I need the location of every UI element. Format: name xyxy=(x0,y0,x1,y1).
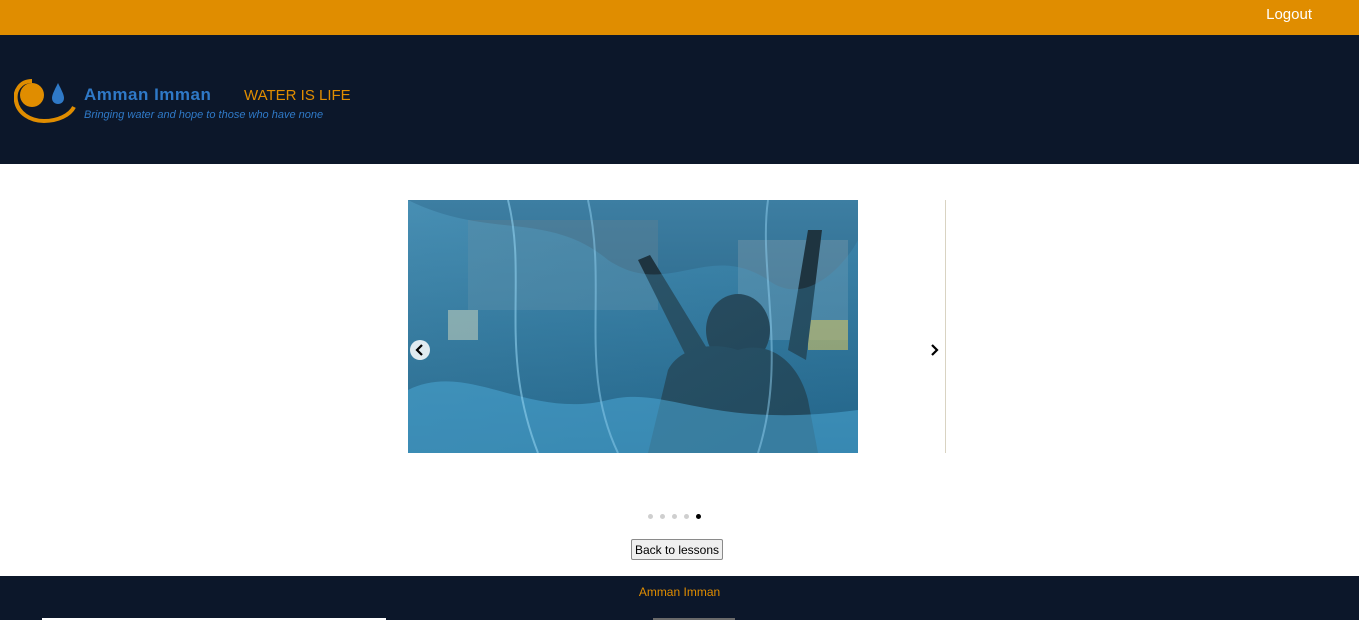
carousel-next-button[interactable] xyxy=(926,340,942,360)
carousel-dot[interactable] xyxy=(672,514,677,519)
chevron-left-icon xyxy=(415,344,423,356)
chevron-right-icon xyxy=(931,344,939,356)
carousel-dot-active[interactable] xyxy=(696,514,701,519)
brand-name: Amman Imman xyxy=(84,85,212,104)
brand-tagline: WATER IS LIFE xyxy=(244,87,351,104)
carousel-dot[interactable] xyxy=(648,514,653,519)
site-header: Amman Imman WATER IS LIFE Bringing water… xyxy=(0,35,1359,164)
carousel-prev-button[interactable] xyxy=(410,340,430,360)
site-footer: Amman Imman xyxy=(0,576,1359,620)
image-carousel xyxy=(408,200,946,453)
carousel-dot[interactable] xyxy=(660,514,665,519)
site-logo[interactable]: Amman Imman WATER IS LIFE Bringing water… xyxy=(14,77,354,127)
slide-photo xyxy=(408,200,858,453)
logout-link[interactable]: Logout xyxy=(1266,6,1312,23)
footer-text: Amman Imman xyxy=(638,585,721,599)
brand-subtitle: Bringing water and hope to those who hav… xyxy=(84,109,324,121)
carousel-dot[interactable] xyxy=(684,514,689,519)
top-bar: Logout xyxy=(0,0,1359,35)
logo-mark-icon xyxy=(14,79,76,124)
next-slide-edge xyxy=(945,200,946,453)
carousel-dots xyxy=(648,514,701,520)
back-to-lessons-button[interactable]: Back to lessons xyxy=(631,539,723,560)
carousel-slide-image xyxy=(408,200,858,453)
